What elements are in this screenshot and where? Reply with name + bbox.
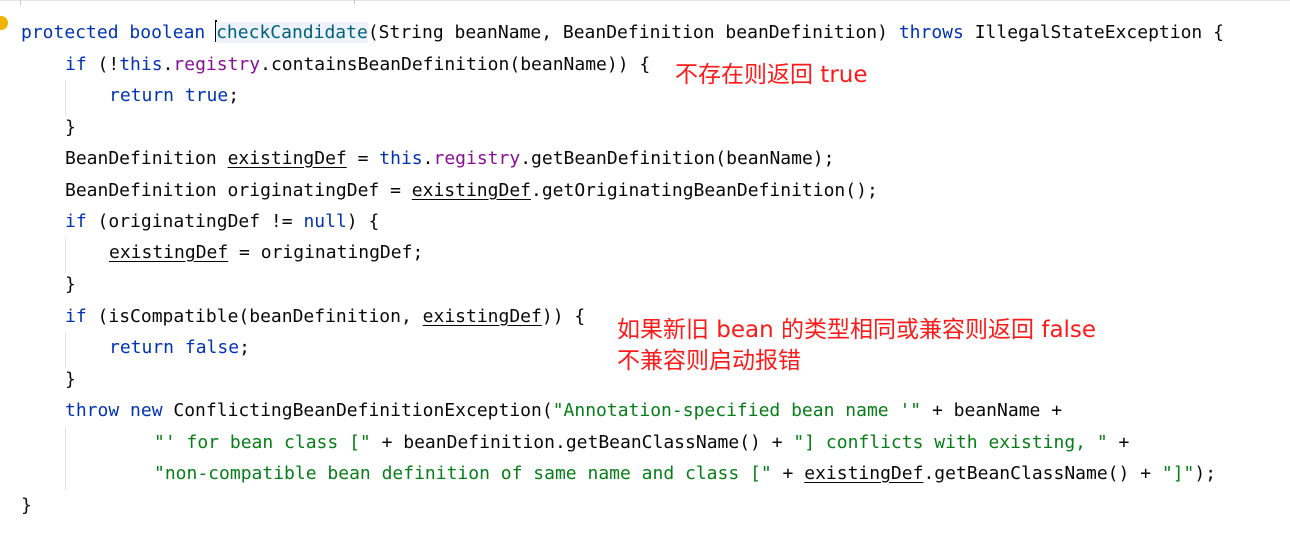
- indent-guide: [65, 332, 66, 368]
- token-keyword: if: [65, 54, 87, 75]
- token-text: }: [65, 369, 76, 390]
- lightbulb-icon[interactable]: [0, 16, 8, 30]
- token-text: .getBeanClassName() +: [923, 463, 1162, 484]
- token-keyword: new: [130, 400, 163, 421]
- token-text: ) {: [346, 211, 380, 232]
- token-text: ConflictingBeanDefinitionException(: [162, 400, 553, 421]
- token-variable-underlined: existingDef: [411, 180, 531, 201]
- token-string: "non-compatible bean definition of same …: [154, 463, 772, 484]
- token-variable-underlined: existingDef: [227, 148, 347, 169]
- token-text: ;: [239, 337, 250, 358]
- token-variable-underlined: existingDef: [804, 463, 924, 484]
- token-text: (isCompatible(beanDefinition,: [86, 306, 423, 327]
- token-string: "Annotation-specified bean name '": [552, 400, 922, 421]
- token-keyword: false: [184, 337, 240, 358]
- token-field: registry: [173, 54, 261, 75]
- token-text: .: [162, 54, 174, 75]
- editor-top-marker-left: [20, 0, 21, 6]
- token-text: }: [21, 495, 32, 516]
- token-text: }: [65, 274, 76, 295]
- token-keyword: protected: [21, 22, 119, 43]
- token-keyword: this: [119, 54, 163, 75]
- code-line-12: }: [65, 364, 76, 395]
- annotation-compatible-line2: 不兼容则启动报错: [617, 348, 801, 374]
- token-text: BeanDefinition originatingDef =: [65, 180, 412, 201]
- code-line-6: BeanDefinition originatingDef = existing…: [65, 175, 878, 206]
- token-text: + beanDefinition.getBeanClassName() +: [370, 432, 794, 453]
- token-text: + beanName +: [921, 400, 1063, 421]
- token-text: =: [346, 148, 380, 169]
- token-text: .getBeanDefinition(beanName);: [520, 148, 835, 169]
- editor-top-border: [0, 0, 1290, 1]
- token-keyword: if: [65, 211, 87, 232]
- token-text: }: [65, 117, 76, 138]
- token-string: "] conflicts with existing, ": [793, 432, 1108, 453]
- annotation-compatible-line1: 如果新旧 bean 的类型相同或兼容则返回 false: [617, 317, 1097, 343]
- code-line-16: }: [21, 490, 32, 521]
- token-text: +: [1107, 432, 1130, 453]
- token-text: (!: [86, 54, 120, 75]
- code-line-1: protected boolean checkCandidate(String …: [21, 17, 1224, 48]
- token-string: "]": [1161, 463, 1195, 484]
- token-keyword: if: [65, 306, 87, 327]
- code-line-8: existingDef = originatingDef;: [109, 237, 423, 268]
- token-text: +: [771, 463, 805, 484]
- token-keyword: throw: [65, 400, 120, 421]
- indent-guide: [65, 427, 66, 490]
- token-keyword: boolean: [129, 22, 206, 43]
- token-keyword: throws: [898, 22, 964, 43]
- code-line-4: }: [65, 112, 76, 143]
- token-text: )) {: [541, 306, 586, 327]
- code-line-10: if (isCompatible(beanDefinition, existin…: [65, 301, 585, 332]
- token-keyword: return: [109, 85, 175, 106]
- token-string: "' for bean class [": [154, 432, 371, 453]
- code-line-3: return true;: [109, 80, 239, 111]
- token-text: = originatingDef;: [228, 242, 424, 263]
- code-line-5: BeanDefinition existingDef = this.regist…: [65, 143, 834, 174]
- token-keyword: return: [109, 337, 175, 358]
- code-line-7: if (originatingDef != null) {: [65, 206, 379, 237]
- token-text: .: [422, 148, 434, 169]
- editor-top-marker: [354, 0, 355, 4]
- token-variable-underlined: existingDef: [109, 242, 229, 263]
- code-line-2: if (!this.registry.containsBeanDefinitio…: [65, 49, 650, 80]
- method-name-highlighted[interactable]: checkCandidate: [216, 22, 368, 43]
- token-keyword: null: [303, 211, 347, 232]
- annotation-return-true: 不存在则返回 true: [675, 62, 868, 88]
- token-text: BeanDefinition: [65, 148, 228, 169]
- token-text: (String beanName, BeanDefinition beanDef…: [367, 22, 899, 43]
- token-text: IllegalStateException {: [963, 22, 1224, 43]
- token-text: (originatingDef !=: [86, 211, 304, 232]
- indent-guide: [65, 237, 66, 273]
- code-line-9: }: [65, 269, 76, 300]
- token-text: .getOriginatingBeanDefinition();: [531, 180, 878, 201]
- token-text: .containsBeanDefinition(beanName)) {: [260, 54, 651, 75]
- token-text: );: [1194, 463, 1217, 484]
- code-line-14: "' for bean class [" + beanDefinition.ge…: [154, 427, 1129, 458]
- token-keyword: this: [379, 148, 423, 169]
- token-keyword: true: [184, 85, 229, 106]
- token-text: ;: [228, 85, 240, 106]
- indent-guide: [65, 80, 66, 116]
- code-line-15: "non-compatible bean definition of same …: [154, 458, 1216, 489]
- code-line-13: throw new ConflictingBeanDefinitionExcep…: [65, 395, 1062, 426]
- token-variable-underlined: existingDef: [422, 306, 542, 327]
- code-line-11: return false;: [109, 332, 250, 363]
- code-editor[interactable]: protected boolean checkCandidate(String …: [0, 0, 1290, 545]
- token-field: registry: [433, 148, 521, 169]
